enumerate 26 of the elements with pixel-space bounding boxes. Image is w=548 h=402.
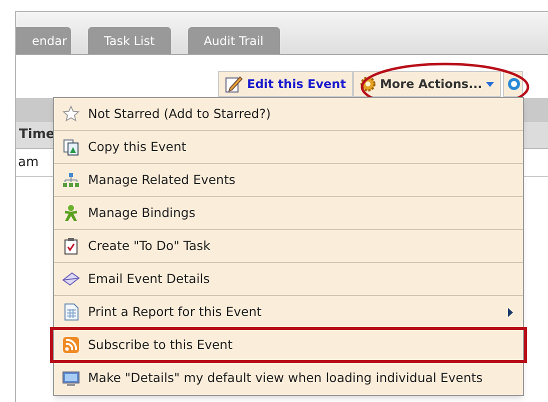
edit-icon [225,75,243,93]
menu-item[interactable]: Not Starred (Add to Starred?) [54,98,523,131]
column-header: Time [19,126,55,144]
table-cell-text: am [18,154,39,172]
clipboard-icon [62,237,80,255]
menu-item[interactable]: Create "To Do" Task [54,230,523,263]
menu-item[interactable]: Manage Related Events [54,164,523,197]
edit-event-button[interactable]: Edit this Event [218,71,353,97]
menu-item[interactable]: Make "Details" my default view when loading individual Events [54,362,523,395]
menu-item[interactable]: Manage Bindings [54,197,523,230]
envelope-icon [62,270,80,288]
monitor-icon [62,370,80,388]
menu-item[interactable]: Email Event Details [54,263,523,296]
star-icon [62,105,80,123]
gear-icon [360,76,376,92]
hierarchy-icon [62,171,80,189]
menu-item[interactable]: Subscribe to this Event [54,329,523,362]
more-actions-button[interactable]: More Actions... [352,71,502,97]
menu-item[interactable]: Print a Report for this Event [54,296,523,329]
rss-icon [62,336,80,354]
menu-item[interactable]: Copy this Event [54,131,523,164]
person-icon [62,204,80,222]
help-icon [507,77,522,91]
document-icon [62,303,80,321]
caret-icon [486,82,494,86]
copy-icon [62,138,80,156]
